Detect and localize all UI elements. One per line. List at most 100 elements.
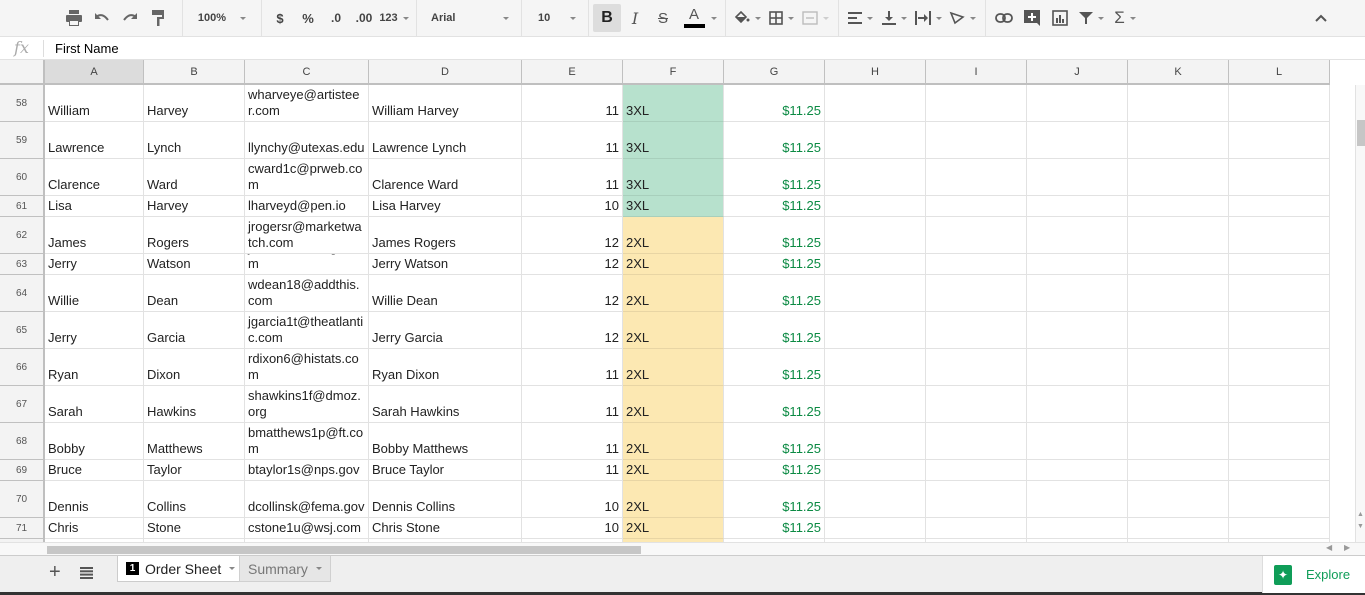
column-header-l[interactable]: L [1229,60,1330,85]
empty-cell[interactable] [1229,312,1330,349]
chevron-down-icon[interactable] [315,567,322,570]
increase-decimal-button[interactable]: .00 [350,4,378,32]
cell-d62[interactable]: James Rogers [369,217,522,254]
cell-d64[interactable]: Willie Dean [369,275,522,312]
empty-cell[interactable] [1027,254,1128,275]
cell-b64[interactable]: Dean [144,275,245,312]
empty-cell[interactable] [825,386,926,423]
italic-button[interactable]: I [621,4,649,32]
borders-button[interactable] [764,4,798,32]
insert-comment-button[interactable] [1018,4,1046,32]
insert-link-button[interactable] [990,4,1018,32]
cell-c62[interactable]: jrogersr@marketwatch.com [245,217,369,254]
empty-cell[interactable] [926,518,1027,539]
empty-cell[interactable] [1027,312,1128,349]
cell-g62[interactable]: $11.25 [724,217,825,254]
cell-e67[interactable]: 11 [522,386,623,423]
empty-cell[interactable] [1229,518,1330,539]
cell-a69[interactable]: Bruce [45,460,144,481]
row-header[interactable]: 71 [0,518,45,539]
empty-cell[interactable] [825,196,926,217]
cell-b62[interactable]: Rogers [144,217,245,254]
empty-cell[interactable] [1027,460,1128,481]
strikethrough-button[interactable]: S [649,4,677,32]
vertical-scroll-thumb[interactable] [1357,120,1365,146]
font-size-select[interactable]: 10 [526,4,584,32]
empty-cell[interactable] [1229,275,1330,312]
cell-e71[interactable]: 10 [522,518,623,539]
empty-cell[interactable] [926,349,1027,386]
column-header-j[interactable]: J [1027,60,1128,85]
cell-a64[interactable]: Willie [45,275,144,312]
empty-cell[interactable] [1027,275,1128,312]
empty-cell[interactable] [825,460,926,481]
empty-cell[interactable] [1229,196,1330,217]
cell-d65[interactable]: Jerry Garcia [369,312,522,349]
cell-a71[interactable]: Chris [45,518,144,539]
zoom-select[interactable]: 100% [187,4,257,32]
scroll-down-arrow-icon[interactable]: ▼ [1357,523,1364,530]
empty-cell[interactable] [1128,481,1229,518]
redo-button[interactable] [116,4,144,32]
row-header[interactable]: 58 [0,85,45,122]
empty-cell[interactable] [1229,159,1330,196]
cell-b59[interactable]: Lynch [144,122,245,159]
empty-cell[interactable] [1229,122,1330,159]
cell-e63[interactable]: 12 [522,254,623,275]
fill-color-button[interactable] [730,4,764,32]
cell-c66[interactable]: rdixon6@histats.com [245,349,369,386]
empty-cell[interactable] [825,217,926,254]
insert-chart-button[interactable] [1046,4,1074,32]
cell-b70[interactable]: Collins [144,481,245,518]
horizontal-scroll-thumb[interactable] [47,546,641,554]
cell-e64[interactable]: 12 [522,275,623,312]
cell-e58[interactable]: 11 [522,85,623,122]
sheet-tab-order-sheet[interactable]: 1 Order Sheet [117,556,245,582]
empty-cell[interactable] [926,196,1027,217]
cell-e60[interactable]: 11 [522,159,623,196]
empty-cell[interactable] [825,423,926,460]
empty-cell[interactable] [825,85,926,122]
cell-d59[interactable]: Lawrence Lynch [369,122,522,159]
cell-d63[interactable]: Jerry Watson [369,254,522,275]
cell-a70[interactable]: Dennis [45,481,144,518]
row-header[interactable]: 59 [0,122,45,159]
cell-g61[interactable]: $11.25 [724,196,825,217]
empty-cell[interactable] [926,85,1027,122]
cell-f60[interactable]: 3XL [623,159,724,196]
empty-cell[interactable] [1128,85,1229,122]
cell-c64[interactable]: wdean18@addthis.com [245,275,369,312]
empty-cell[interactable] [825,481,926,518]
text-rotation-button[interactable] [945,4,979,32]
cell-e62[interactable]: 12 [522,217,623,254]
cell-g69[interactable]: $11.25 [724,460,825,481]
cell-e59[interactable]: 11 [522,122,623,159]
cell-g59[interactable]: $11.25 [724,122,825,159]
decrease-decimal-button[interactable]: .0 [322,4,350,32]
empty-cell[interactable] [1128,217,1229,254]
empty-cell[interactable] [926,122,1027,159]
empty-cell[interactable] [1027,386,1128,423]
empty-cell[interactable] [825,518,926,539]
empty-cell[interactable] [1027,481,1128,518]
column-header-c[interactable]: C [245,60,369,85]
cell-a67[interactable]: Sarah [45,386,144,423]
cell-b63[interactable]: Watson [144,254,245,275]
bold-button[interactable]: B [593,4,621,32]
empty-cell[interactable] [926,312,1027,349]
empty-cell[interactable] [1128,460,1229,481]
empty-cell[interactable] [825,349,926,386]
column-header-g[interactable]: G [724,60,825,85]
cell-a60[interactable]: Clarence [45,159,144,196]
cell-d68[interactable]: Bobby Matthews [369,423,522,460]
cell-e65[interactable]: 12 [522,312,623,349]
cell-b58[interactable]: Harvey [144,85,245,122]
empty-cell[interactable] [1128,254,1229,275]
cell-d60[interactable]: Clarence Ward [369,159,522,196]
empty-cell[interactable] [926,386,1027,423]
cell-a62[interactable]: James [45,217,144,254]
spreadsheet-grid[interactable]: ABCDEFGHIJKL 58 William Harvey wharveye@art… [0,60,1355,542]
empty-cell[interactable] [1229,349,1330,386]
empty-cell[interactable] [1229,423,1330,460]
row-header[interactable]: 66 [0,349,45,386]
